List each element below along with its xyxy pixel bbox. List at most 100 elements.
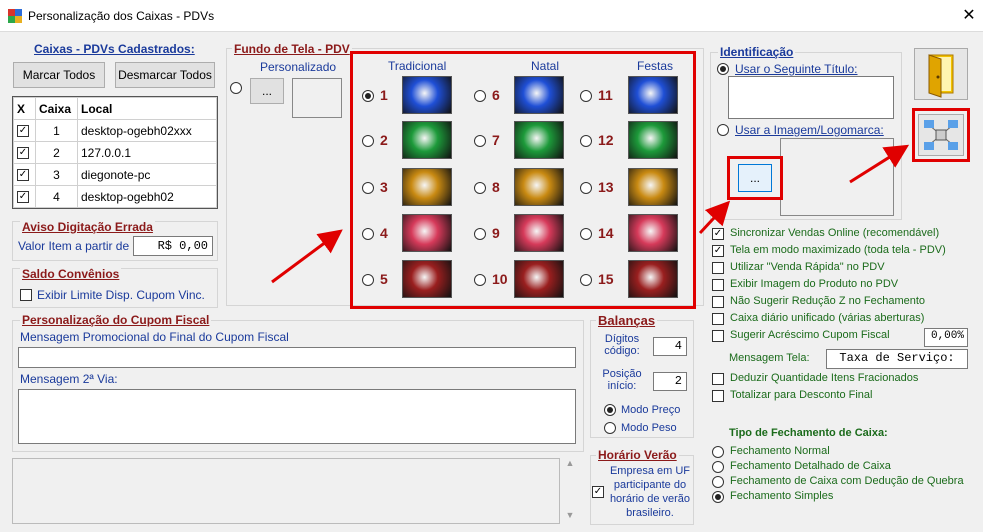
theme-thumbnail-9[interactable] [514, 214, 564, 252]
theme-thumbnail-7[interactable] [514, 121, 564, 159]
theme-number: 2 [380, 132, 388, 148]
theme-radio-12[interactable] [580, 135, 592, 147]
unmark-all-button[interactable]: Desmarcar Todos [115, 62, 215, 88]
row-checkbox-cell[interactable]: ✓ [13, 185, 36, 208]
fechamento-radio[interactable] [712, 476, 724, 488]
theme-radio-5[interactable] [362, 274, 374, 286]
theme-radio-3[interactable] [362, 182, 374, 194]
theme-radio-10[interactable] [474, 274, 486, 286]
theme-thumbnail-3[interactable] [402, 168, 452, 206]
local-cell: desktop-ogebh02xxx [77, 119, 217, 142]
saldo-label: Exibir Limite Disp. Cupom Vinc. [37, 288, 205, 302]
row-checkbox[interactable]: ✓ [17, 168, 29, 181]
use-image-radio[interactable] [717, 124, 729, 136]
fechamento-radio[interactable] [712, 446, 724, 458]
theme-thumbnail-5[interactable] [402, 260, 452, 298]
theme-number: 7 [492, 132, 500, 148]
fechamento-radio[interactable] [712, 491, 724, 503]
msg-2via-label: Mensagem 2ª Via: [20, 372, 118, 386]
personalizado-preview [292, 78, 342, 118]
theme-number: 9 [492, 225, 500, 241]
theme-radio-7[interactable] [474, 135, 486, 147]
mensagem-tela-input[interactable]: Taxa de Serviço: [826, 349, 968, 369]
option-checkbox[interactable] [712, 373, 724, 385]
mark-all-button[interactable]: Marcar Todos [13, 62, 105, 88]
option-checkbox[interactable] [712, 390, 724, 402]
digitos-input[interactable]: 4 [653, 337, 687, 356]
theme-thumbnail-11[interactable] [628, 76, 678, 114]
option-label: Exibir Imagem do Produto no PDV [730, 278, 899, 290]
caixa-cell: 3 [35, 163, 78, 186]
balancas-title: Balanças [596, 313, 658, 328]
row-checkbox[interactable]: ✓ [17, 146, 29, 159]
fechamento-radio[interactable] [712, 461, 724, 473]
local-cell: 127.0.0.1 [77, 141, 217, 164]
posicao-input[interactable]: 2 [653, 372, 687, 391]
option-checkbox[interactable]: ✓ [712, 228, 724, 240]
option-checkbox[interactable] [712, 330, 724, 342]
close-icon[interactable]: ✕ [958, 5, 980, 27]
row-checkbox-cell[interactable]: ✓ [13, 163, 36, 186]
row-checkbox-cell[interactable]: ✓ [13, 119, 36, 142]
theme-thumbnail-15[interactable] [628, 260, 678, 298]
notes-scrollbar[interactable]: ▲ ▼ [563, 458, 577, 524]
exit-button[interactable] [914, 48, 968, 100]
theme-number: 6 [492, 87, 500, 103]
modo-peso-radio[interactable] [604, 422, 616, 434]
msg-final-input[interactable] [18, 347, 576, 368]
theme-thumbnail-4[interactable] [402, 214, 452, 252]
acrescimo-input[interactable]: 0,00% [924, 328, 968, 347]
use-title-radio[interactable] [717, 63, 729, 75]
option-checkbox[interactable] [712, 313, 724, 325]
theme-radio-6[interactable] [474, 90, 486, 102]
theme-radio-9[interactable] [474, 228, 486, 240]
theme-radio-2[interactable] [362, 135, 374, 147]
use-image-label: Usar a Imagem/Logomarca: [735, 123, 884, 137]
table-row[interactable]: ✓ 2 127.0.0.1 [13, 141, 217, 164]
theme-radio-15[interactable] [580, 274, 592, 286]
row-checkbox[interactable]: ✓ [17, 190, 29, 203]
option-checkbox[interactable]: ✓ [712, 245, 724, 257]
theme-thumbnail-12[interactable] [628, 121, 678, 159]
app-icon [8, 9, 22, 23]
horario-checkbox[interactable]: ✓ [592, 486, 604, 498]
row-checkbox-cell[interactable]: ✓ [13, 141, 36, 164]
theme-thumbnail-13[interactable] [628, 168, 678, 206]
theme-radio-13[interactable] [580, 182, 592, 194]
network-button[interactable] [918, 114, 964, 156]
theme-thumbnail-1[interactable] [402, 76, 452, 114]
row-checkbox[interactable]: ✓ [17, 124, 29, 137]
theme-thumbnail-10[interactable] [514, 260, 564, 298]
notes-area[interactable] [12, 458, 560, 524]
msg-2via-textarea[interactable] [18, 389, 576, 444]
identificacao-title: Identificação [718, 45, 796, 59]
modo-preco-radio[interactable] [604, 404, 616, 416]
table-row[interactable]: ✓ 3 diegonote-pc [13, 163, 217, 186]
table-row[interactable]: ✓ 4 desktop-ogebh02 [13, 185, 217, 208]
logo-preview [780, 138, 894, 216]
fundo-browse-button[interactable]: ... [250, 78, 284, 104]
theme-radio-8[interactable] [474, 182, 486, 194]
personalizado-radio[interactable] [230, 82, 242, 94]
table-row[interactable]: ✓ 1 desktop-ogebh02xxx [13, 119, 217, 142]
theme-number: 13 [598, 179, 614, 195]
option-checkbox[interactable] [712, 296, 724, 308]
posicao-label: Posição início: [602, 368, 642, 392]
theme-thumbnail-2[interactable] [402, 121, 452, 159]
option-checkbox[interactable] [712, 262, 724, 274]
theme-radio-11[interactable] [580, 90, 592, 102]
aviso-title: Aviso Digitação Errada [20, 220, 155, 234]
theme-thumbnail-8[interactable] [514, 168, 564, 206]
caixas-title: Caixas - PDVs Cadastrados: [34, 42, 195, 56]
logo-browse-button[interactable]: ... [738, 164, 772, 192]
theme-radio-1[interactable] [362, 90, 374, 102]
theme-thumbnail-14[interactable] [628, 214, 678, 252]
saldo-checkbox[interactable] [20, 289, 32, 301]
option-checkbox[interactable] [712, 279, 724, 291]
theme-radio-4[interactable] [362, 228, 374, 240]
aviso-value-input[interactable]: R$ 0,00 [133, 236, 213, 256]
theme-thumbnail-6[interactable] [514, 76, 564, 114]
digitos-label: Dígitos código: [604, 333, 640, 357]
theme-radio-14[interactable] [580, 228, 592, 240]
title-textarea[interactable] [728, 76, 894, 119]
